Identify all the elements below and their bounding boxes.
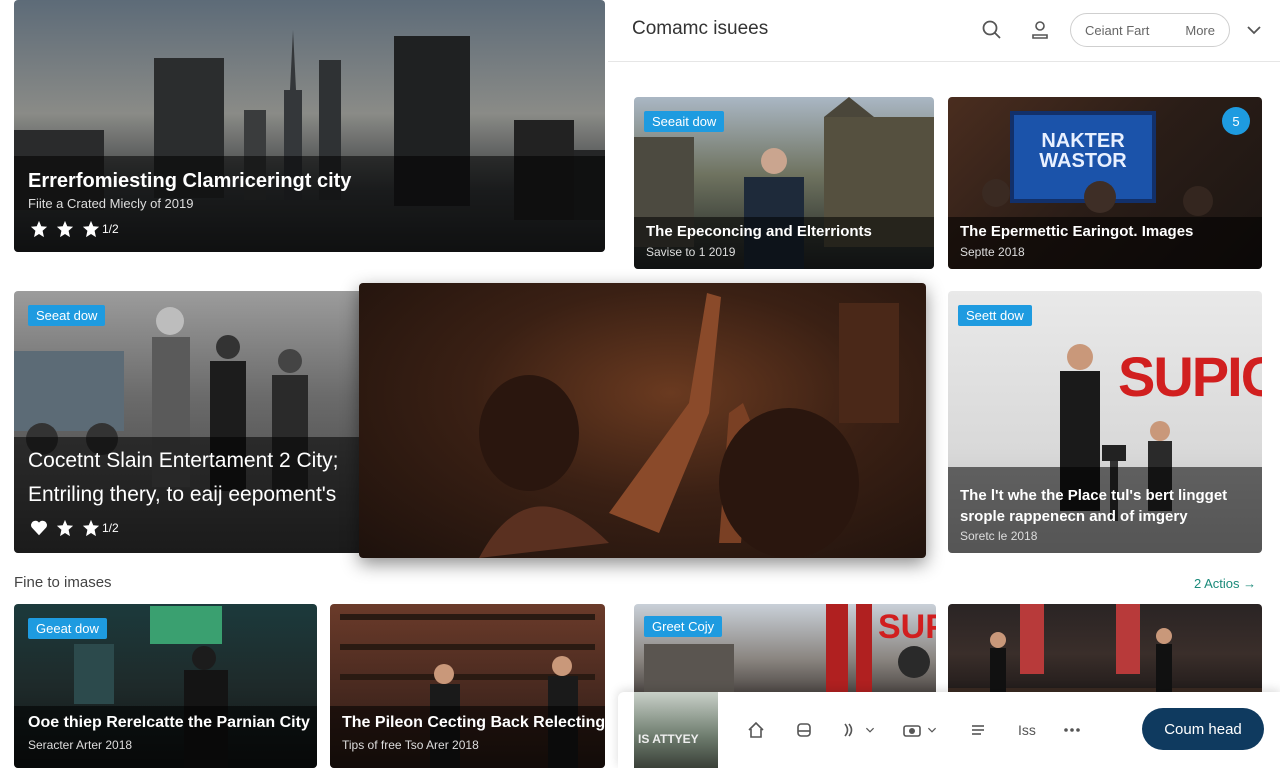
hero-rating-text: 1/2 [102, 222, 119, 236]
card-subtitle: Seracter Arter 2018 [28, 738, 133, 752]
page-title: Comamc isuees [632, 18, 769, 39]
stage-card[interactable] [948, 604, 1262, 704]
broadcast-dropdown[interactable] [840, 720, 876, 740]
chevron-down-icon [865, 727, 875, 733]
card-rating-text: 1/2 [102, 521, 119, 535]
section-actions-link[interactable]: 2 Actios → [1194, 576, 1256, 591]
card-subtitle: Tips of free Tso Arer 2018 [342, 738, 479, 752]
toolbar-thumbnail[interactable]: IS ATTYEY [634, 692, 718, 768]
star-icon [56, 220, 74, 238]
bw-card[interactable]: Seeat dow Cocetnt Slain Entertament 2 Ci… [14, 291, 372, 553]
hero-title: Errerfomiesting Clamriceringt city [28, 170, 352, 192]
card-title: Ooe thiep Rerelcatte the Parnian City [28, 714, 310, 731]
count-badge: 5 [1222, 107, 1250, 135]
bar-card[interactable]: Geeat dow Ooe thiep Rerelcatte the Parni… [14, 604, 317, 768]
list-icon[interactable] [968, 720, 988, 740]
thumbnail-caption: IS ATTYEY [638, 732, 699, 746]
card-badge: Geeat dow [28, 618, 107, 639]
star-icon [82, 220, 100, 238]
hero-subtitle: Fiite a Crated Miecly of 2019 [28, 196, 194, 211]
user-icon[interactable] [1028, 18, 1052, 42]
featured-card[interactable] [359, 283, 926, 558]
filter-pill[interactable]: Ceiant Fart More [1070, 13, 1230, 47]
camera-icon [903, 725, 921, 737]
hero-rating: 1/2 [30, 220, 119, 238]
library-card[interactable]: The Pileon Cecting Back Relecting. Tips … [330, 604, 605, 768]
home-icon[interactable] [746, 720, 766, 740]
card-badge: Seeat dow [28, 305, 106, 326]
card-title: The Pileon Cecting Back Relecting. [342, 714, 605, 731]
concert-illustration [479, 293, 899, 558]
wall-text: SUPICA [1118, 345, 1262, 408]
card-title: The Epeconcing and Elterrionts [646, 223, 872, 240]
iss-button[interactable]: Iss [1018, 720, 1036, 740]
camera-dropdown[interactable] [902, 720, 938, 740]
card-badge: Seeait dow [644, 111, 725, 132]
gallery-card[interactable]: SUPICA Seett dow The l't whe the Place t… [948, 291, 1262, 553]
hero-card[interactable]: Errerfomiesting Clamriceringt city Fiite… [14, 0, 605, 252]
cta-button[interactable]: Coum head [1142, 708, 1264, 750]
card-subtitle: Soretc le 2018 [960, 529, 1038, 543]
card-title-line2: srople rappenecn and of imgery [960, 508, 1188, 525]
more-icon[interactable] [1062, 720, 1082, 740]
stack-icon[interactable] [794, 720, 814, 740]
heart-icon[interactable] [30, 519, 48, 537]
filter-pill-label: Ceiant Fart [1085, 22, 1150, 38]
stage-illustration [948, 604, 1262, 704]
chevron-down-icon [927, 727, 937, 733]
more-label[interactable]: More [1185, 23, 1215, 38]
card-badge: Greet Cojy [644, 616, 723, 637]
search-icon[interactable] [980, 18, 1004, 42]
star-icon [82, 519, 100, 537]
star-icon [56, 519, 74, 537]
chevron-down-icon[interactable] [1242, 18, 1266, 42]
castle-card[interactable]: Seeait dow The Epeconcing and Elterriont… [634, 97, 934, 269]
screen-card[interactable]: NAKTER WASTOR 5 The Epermettic Earingot.… [948, 97, 1262, 269]
section-title: Fine to imases [14, 574, 112, 591]
card-badge: Seett dow [958, 305, 1032, 326]
card-subtitle: Septte 2018 [960, 245, 1025, 259]
card-title: The Epermettic Earingot. Images [960, 223, 1194, 240]
card-subtitle: Savise to 1 2019 [646, 245, 736, 259]
broadcast-icon [844, 723, 853, 737]
star-icon [30, 220, 48, 238]
card-title-line1: Cocetnt Slain Entertament 2 City; [28, 449, 339, 472]
page: Comamc isuees Ceiant Fart More Errerfomi… [0, 0, 1280, 768]
screen-text: NAKTER WASTOR [1039, 130, 1127, 172]
card-title-line1: The l't whe the Place tul's bert lingget [960, 487, 1228, 504]
top-header: Comamc isuees Ceiant Fart More [608, 0, 1280, 62]
card-title-line2: Entriling thery, to eaij eepoment's [28, 483, 337, 506]
bottom-toolbar: IS ATTYEY Iss Coum head [618, 692, 1280, 768]
wall-text: SUPU [878, 608, 936, 646]
card-rating: 1/2 [30, 519, 119, 537]
tower-card[interactable]: SUPU Greet Cojy [634, 604, 936, 704]
